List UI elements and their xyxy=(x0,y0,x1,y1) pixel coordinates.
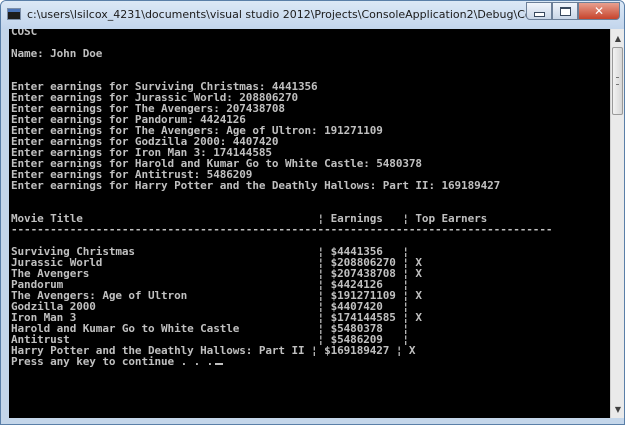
console-line: Name: John Doe xyxy=(11,47,103,60)
console-line: COSC xyxy=(11,29,38,38)
close-icon: ✕ xyxy=(593,4,605,18)
maximize-button[interactable] xyxy=(552,2,578,20)
scroll-down-arrow-icon[interactable]: ▼ xyxy=(613,402,623,416)
scroll-up-arrow-icon[interactable]: ▲ xyxy=(613,31,623,45)
title-bar[interactable]: c:\users\lsilcox_4231\documents\visual s… xyxy=(1,1,624,29)
console-prompt-line: Press any key to continue . . . xyxy=(11,356,552,367)
console-app-icon[interactable] xyxy=(7,8,21,20)
console-window: c:\users\lsilcox_4231\documents\visual s… xyxy=(0,0,625,425)
minimize-button[interactable] xyxy=(526,2,552,20)
console-text-area: COSC Name: John Doe Enter earnings for Sur… xyxy=(11,29,552,367)
maximize-icon xyxy=(559,6,571,16)
text-cursor xyxy=(215,363,224,365)
window-title: c:\users\lsilcox_4231\documents\visual s… xyxy=(27,8,572,21)
minimize-icon xyxy=(533,11,545,17)
scrollbar-thumb[interactable] xyxy=(612,47,623,115)
console-line: ----------------------------------------… xyxy=(11,223,553,236)
window-bottom-border xyxy=(1,418,624,424)
close-button[interactable]: ✕ xyxy=(578,2,620,20)
console-line: Enter earnings for Harry Potter and the … xyxy=(11,179,501,192)
console-output[interactable]: COSC Name: John Doe Enter earnings for Sur… xyxy=(9,29,610,418)
vertical-scrollbar[interactable]: ▲ ▼ xyxy=(610,29,624,418)
